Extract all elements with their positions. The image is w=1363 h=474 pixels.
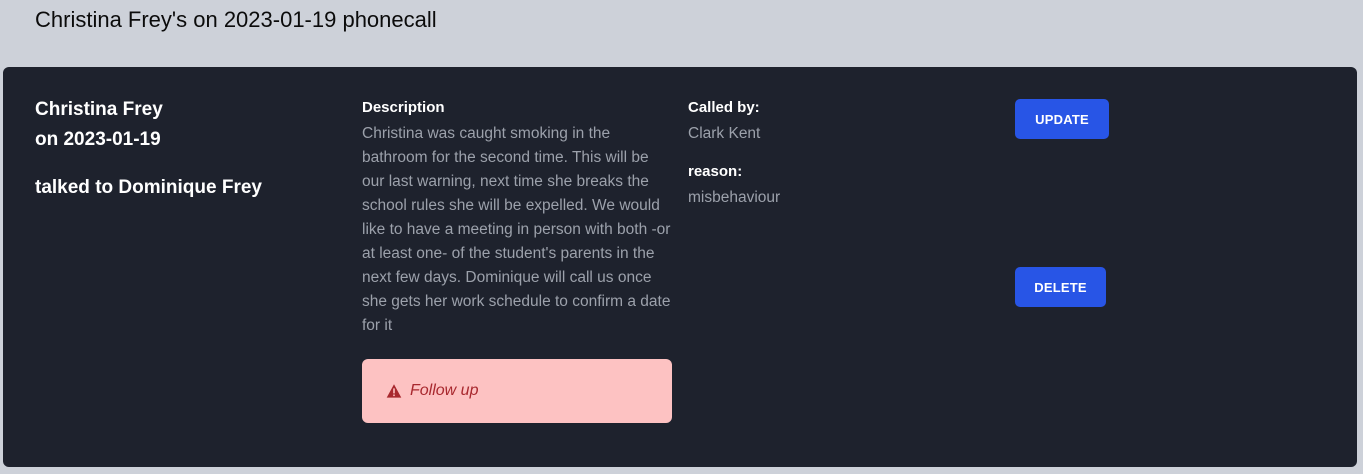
called-by-label: Called by: — [688, 99, 760, 116]
phonecall-card: Christina Frey on 2023-01-19 talked to D… — [3, 67, 1357, 467]
call-summary: Christina Frey on 2023-01-19 talked to D… — [35, 95, 315, 203]
follow-up-text: Follow up — [410, 382, 479, 399]
page-title: Christina Frey's on 2023-01-19 phonecall — [35, 7, 437, 32]
description-section: Description Christina was caught smoking… — [362, 98, 674, 338]
call-date: on 2023-01-19 — [35, 129, 161, 150]
caller-section: Called by: Clark Kent reason: misbehavio… — [688, 98, 968, 210]
student-name: Christina Frey — [35, 99, 163, 120]
update-button[interactable]: UPDATE — [1015, 99, 1109, 139]
delete-button[interactable]: DELETE — [1015, 267, 1106, 307]
talked-to: talked to Dominique Frey — [35, 177, 262, 198]
warning-icon — [386, 383, 402, 399]
reason-value: misbehaviour — [688, 189, 781, 206]
reason-label: reason: — [688, 163, 743, 180]
called-by-value: Clark Kent — [688, 125, 761, 142]
description-text: Christina was caught smoking in the bath… — [362, 125, 671, 334]
follow-up-alert: Follow up — [362, 359, 672, 423]
description-label: Description — [362, 99, 445, 116]
